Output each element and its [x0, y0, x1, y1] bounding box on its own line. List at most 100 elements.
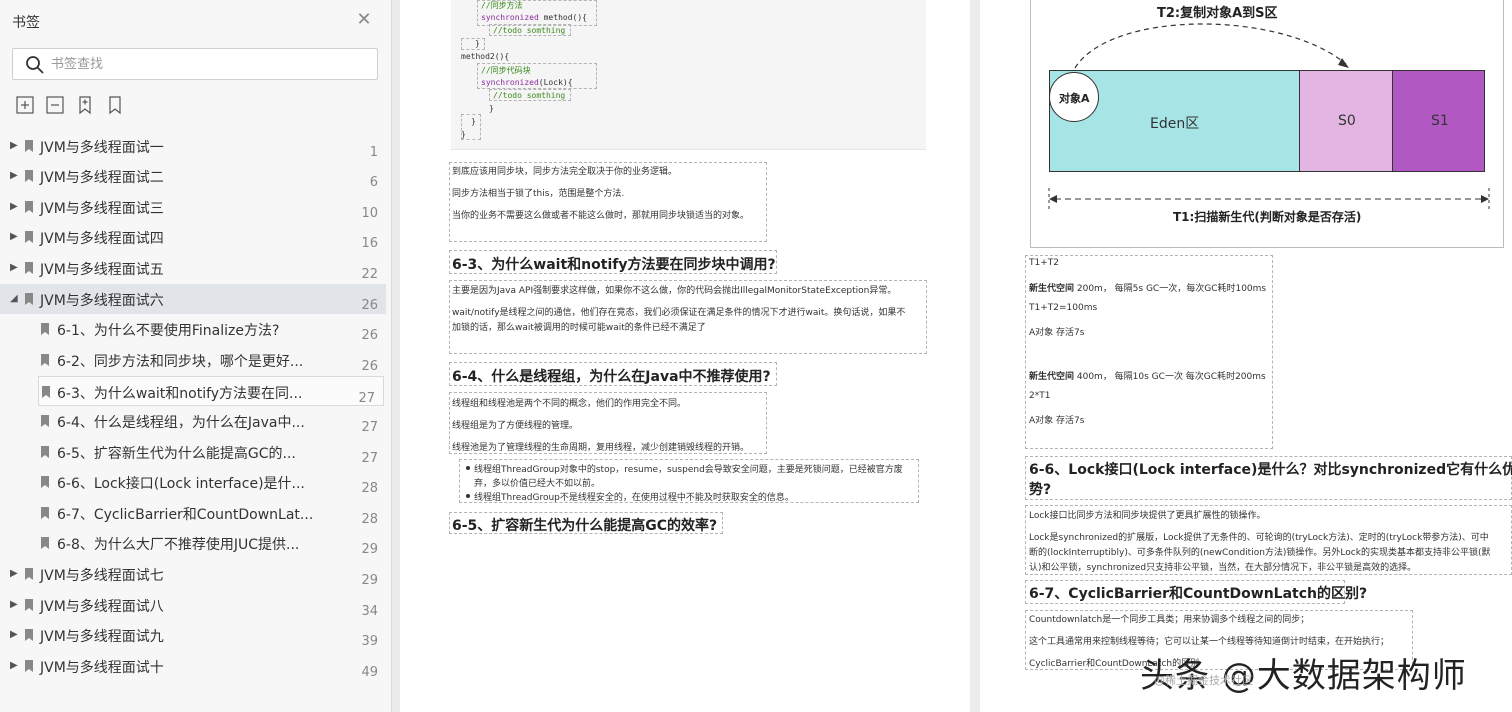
bookmarks-panel: 书签 ✕ ▶ JVM与多线程面试一 1 ▶ JVM与多线程面试二 6 ▶ JVM与多线程面…: [0, 0, 392, 712]
code-line: }: [475, 39, 480, 48]
expand-arrow-icon[interactable]: ▶: [10, 139, 20, 153]
paragraph: 线程池是为了管理线程的生命周期，复用线程，减少创建销毁线程的开销。: [452, 443, 750, 453]
bookmark-item[interactable]: ▶ JVM与多线程面试三 10: [0, 192, 386, 222]
expand-all-icon[interactable]: [14, 94, 36, 116]
section-heading: 6-4、什么是线程组，为什么在Java中不推荐使用?: [452, 369, 771, 385]
add-bookmark-icon[interactable]: [74, 94, 96, 116]
eden-label: Eden区: [1150, 116, 1200, 132]
section-heading: 6-3、为什么wait和notify方法要在同步块中调用?: [452, 257, 776, 273]
bookmark-item[interactable]: ▶ JVM与多线程面试八 34: [0, 590, 386, 620]
bookmark-item[interactable]: ▶ JVM与多线程面试四 16: [0, 222, 386, 252]
watermark-sub: @稀土掘金技术社区: [1154, 674, 1253, 687]
page-number: 49: [361, 665, 378, 680]
expand-arrow-icon[interactable]: ▶: [10, 230, 20, 244]
expand-arrow-icon[interactable]: ▶: [10, 567, 20, 581]
bookmark-search-box[interactable]: [12, 48, 378, 80]
bullet-text: 线程组ThreadGroup不是线程安全的，在使用过程中不能及时获取安全的信息。: [474, 493, 794, 503]
bookmark-subitem-hovered[interactable]: 6-3、为什么wait和notify方法要在同... 27: [38, 376, 384, 406]
bookmark-label: 6-2、同步方法和同步块，哪个是更好...: [57, 354, 304, 370]
bullet-text: 弃，多以价值已经大不如以前。: [474, 479, 601, 489]
bookmark-icon: [41, 507, 49, 519]
bookmark-icon: [25, 231, 33, 243]
page-number: 27: [361, 451, 378, 466]
section-heading: 6-5、扩容新生代为什么能提高GC的效率?: [452, 518, 718, 534]
search-icon: [26, 56, 44, 74]
bookmark-subitem[interactable]: 6-4、什么是线程组，为什么在Java中... 27: [0, 406, 386, 436]
code-line: }: [489, 104, 494, 113]
bookmark-label: 6-6、Lock接口(Lock interface)是什...: [57, 476, 305, 492]
bookmark-item[interactable]: ▶ JVM与多线程面试一 1: [0, 131, 386, 161]
paragraph: 线程组是为了方便线程的管理。: [452, 421, 579, 431]
bookmark-label: 6-3、为什么wait和notify方法要在同...: [57, 386, 303, 402]
page-number: 28: [361, 481, 378, 496]
bookmark-subitem[interactable]: 6-5、扩容新生代为什么能提高GC的... 27: [0, 437, 386, 467]
bookmark-label: JVM与多线程面试十: [40, 660, 164, 676]
bookmark-icon: [41, 446, 49, 458]
bookmark-label: JVM与多线程面试三: [40, 201, 164, 217]
bookmark-subitem[interactable]: 6-1、为什么不要使用Finalize方法? 26: [0, 314, 386, 344]
page-number: 10: [361, 206, 378, 221]
bookmark-icon: [42, 386, 50, 398]
bookmark-item[interactable]: ▶ JVM与多线程面试五 22: [0, 253, 386, 283]
paragraph: 认)和公平锁，synchronized只支持非公平锁，当然，在大部分情况下，非公…: [1029, 563, 1417, 573]
paragraph: 这个工具通常用来控制线程等待；它可以让某一个线程等待知道倒计时结束，在开始执行；: [1029, 637, 1390, 647]
bookmark-item[interactable]: ▶ JVM与多线程面试二 6: [0, 161, 386, 191]
close-icon[interactable]: ✕: [354, 10, 374, 30]
paragraph: 新生代空间 400m， 每隔10s GC一次 每次GC耗时200ms: [1029, 372, 1266, 382]
bookmark-search-input[interactable]: [51, 49, 369, 79]
expand-arrow-icon[interactable]: ▶: [10, 628, 20, 642]
bookmark-item[interactable]: ▶ JVM与多线程面试九 39: [0, 620, 386, 650]
bookmark-label: JVM与多线程面试九: [40, 629, 164, 645]
bookmark-subitem[interactable]: 6-7、CyclicBarrier和CountDownLat... 28: [0, 498, 386, 528]
collapse-all-icon[interactable]: [44, 94, 66, 116]
page-number: 26: [361, 328, 378, 343]
expand-arrow-icon[interactable]: ▶: [10, 261, 20, 275]
bookmark-icon: [25, 293, 33, 305]
paragraph: Lock是synchronized的扩展版，Lock提供了无条件的、可轮询的(t…: [1029, 533, 1489, 543]
expand-arrow-icon[interactable]: ▶: [10, 200, 20, 214]
bookmark-label: 6-5、扩容新生代为什么能提高GC的...: [57, 446, 296, 462]
paragraph: 线程组和线程池是两个不同的概念，他们的作用完全不同。: [452, 399, 687, 409]
expand-arrow-icon[interactable]: ▶: [10, 659, 20, 673]
bookmark-icon: [25, 660, 33, 672]
document-viewer[interactable]: //同步方法 synchronized method(){ //todo som…: [392, 0, 1512, 712]
bookmark-item-selected[interactable]: ◢ JVM与多线程面试六 26: [0, 284, 386, 314]
bookmark-item[interactable]: ▶ JVM与多线程面试十 49: [0, 651, 386, 681]
paragraph: 同步方法相当于锁了this，范围是整个方法.: [452, 189, 625, 199]
paragraph: 新生代空间 200m， 每隔5s GC一次，每次GC耗时100ms: [1029, 284, 1267, 294]
expand-arrow-icon[interactable]: ▶: [10, 169, 20, 183]
bookmark-icon: [25, 201, 33, 213]
code-line: //todo somthing: [493, 26, 566, 35]
paragraph: T1+T2: [1029, 258, 1059, 268]
page-number: 29: [361, 573, 378, 588]
code-line: //同步代码块: [481, 66, 531, 75]
paragraph: Lock接口比同步方法和同步块提供了更具扩展性的锁操作。: [1029, 511, 1266, 521]
page-number: 27: [361, 420, 378, 435]
paragraph: Countdownlatch是一个同步工具类；用来协调多个线程之间的同步；: [1029, 615, 1310, 625]
page-number: 34: [361, 604, 378, 619]
page-number: 6: [369, 175, 378, 190]
code-line: //同步方法: [481, 1, 523, 10]
s0-label: S0: [1338, 113, 1356, 129]
expand-arrow-icon[interactable]: ▶: [10, 598, 20, 612]
page-number: 22: [361, 267, 378, 282]
section-heading: 势?: [1029, 482, 1052, 498]
survivor-s1: S1: [1392, 70, 1485, 172]
paragraph: A对象 存活7s: [1029, 416, 1085, 426]
bookmark-icon: [41, 476, 49, 488]
bookmark-item[interactable]: ▶ JVM与多线程面试七 29: [0, 559, 386, 589]
bookmark-subitem[interactable]: 6-6、Lock接口(Lock interface)是什... 28: [0, 467, 386, 497]
code-line: }: [471, 117, 476, 126]
bookmark-icon[interactable]: [104, 94, 126, 116]
collapse-arrow-icon[interactable]: ◢: [10, 292, 20, 306]
page-number: 16: [361, 236, 378, 251]
page-number: 1: [369, 145, 378, 160]
bookmark-label: 6-4、什么是线程组，为什么在Java中...: [57, 415, 305, 431]
section-heading: 6-7、CyclicBarrier和CountDownLatch的区别?: [1029, 586, 1368, 602]
bookmark-subitem[interactable]: 6-8、为什么大厂不推荐使用JUC提供... 29: [0, 528, 386, 558]
bookmark-icon: [25, 568, 33, 580]
bullet-text: 线程组ThreadGroup对象中的stop，resume，suspend会导致…: [474, 465, 903, 475]
bookmark-subitem[interactable]: 6-2、同步方法和同步块，哪个是更好... 26: [0, 345, 386, 375]
bookmark-label: JVM与多线程面试四: [40, 231, 164, 247]
bookmark-icon: [25, 599, 33, 611]
